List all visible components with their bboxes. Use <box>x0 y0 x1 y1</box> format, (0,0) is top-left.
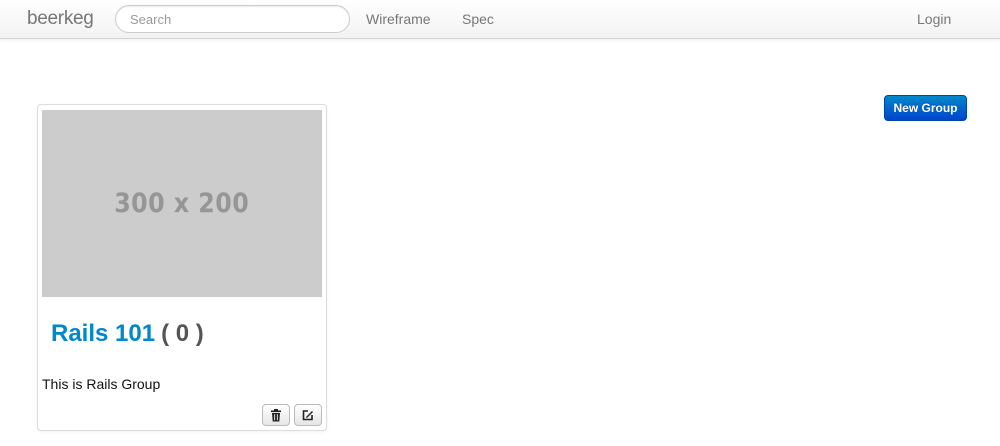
new-group-button[interactable]: New Group <box>884 95 967 121</box>
brand-logo[interactable]: beerkeg <box>27 8 94 30</box>
group-name-link[interactable]: Rails 101 <box>51 320 155 347</box>
nav-link-spec[interactable]: Spec <box>462 11 494 27</box>
trash-icon <box>271 408 281 421</box>
group-title: Rails 101( 0 ) <box>51 319 204 349</box>
edit-icon <box>302 410 313 421</box>
navbar: beerkeg Wireframe Spec Login <box>0 0 1000 39</box>
edit-group-button[interactable] <box>294 404 322 426</box>
delete-group-button[interactable] <box>262 404 290 426</box>
group-member-count: ( 0 ) <box>161 320 204 347</box>
group-card: 300 x 200 Rails 101( 0 ) This is Rails G… <box>37 104 327 431</box>
login-link[interactable]: Login <box>917 11 951 27</box>
group-description: This is Rails Group <box>42 376 161 392</box>
group-image-placeholder: 300 x 200 <box>42 110 322 297</box>
search-input[interactable] <box>115 5 350 33</box>
nav-link-wireframe[interactable]: Wireframe <box>366 11 431 27</box>
placeholder-label: 300 x 200 <box>114 188 250 219</box>
